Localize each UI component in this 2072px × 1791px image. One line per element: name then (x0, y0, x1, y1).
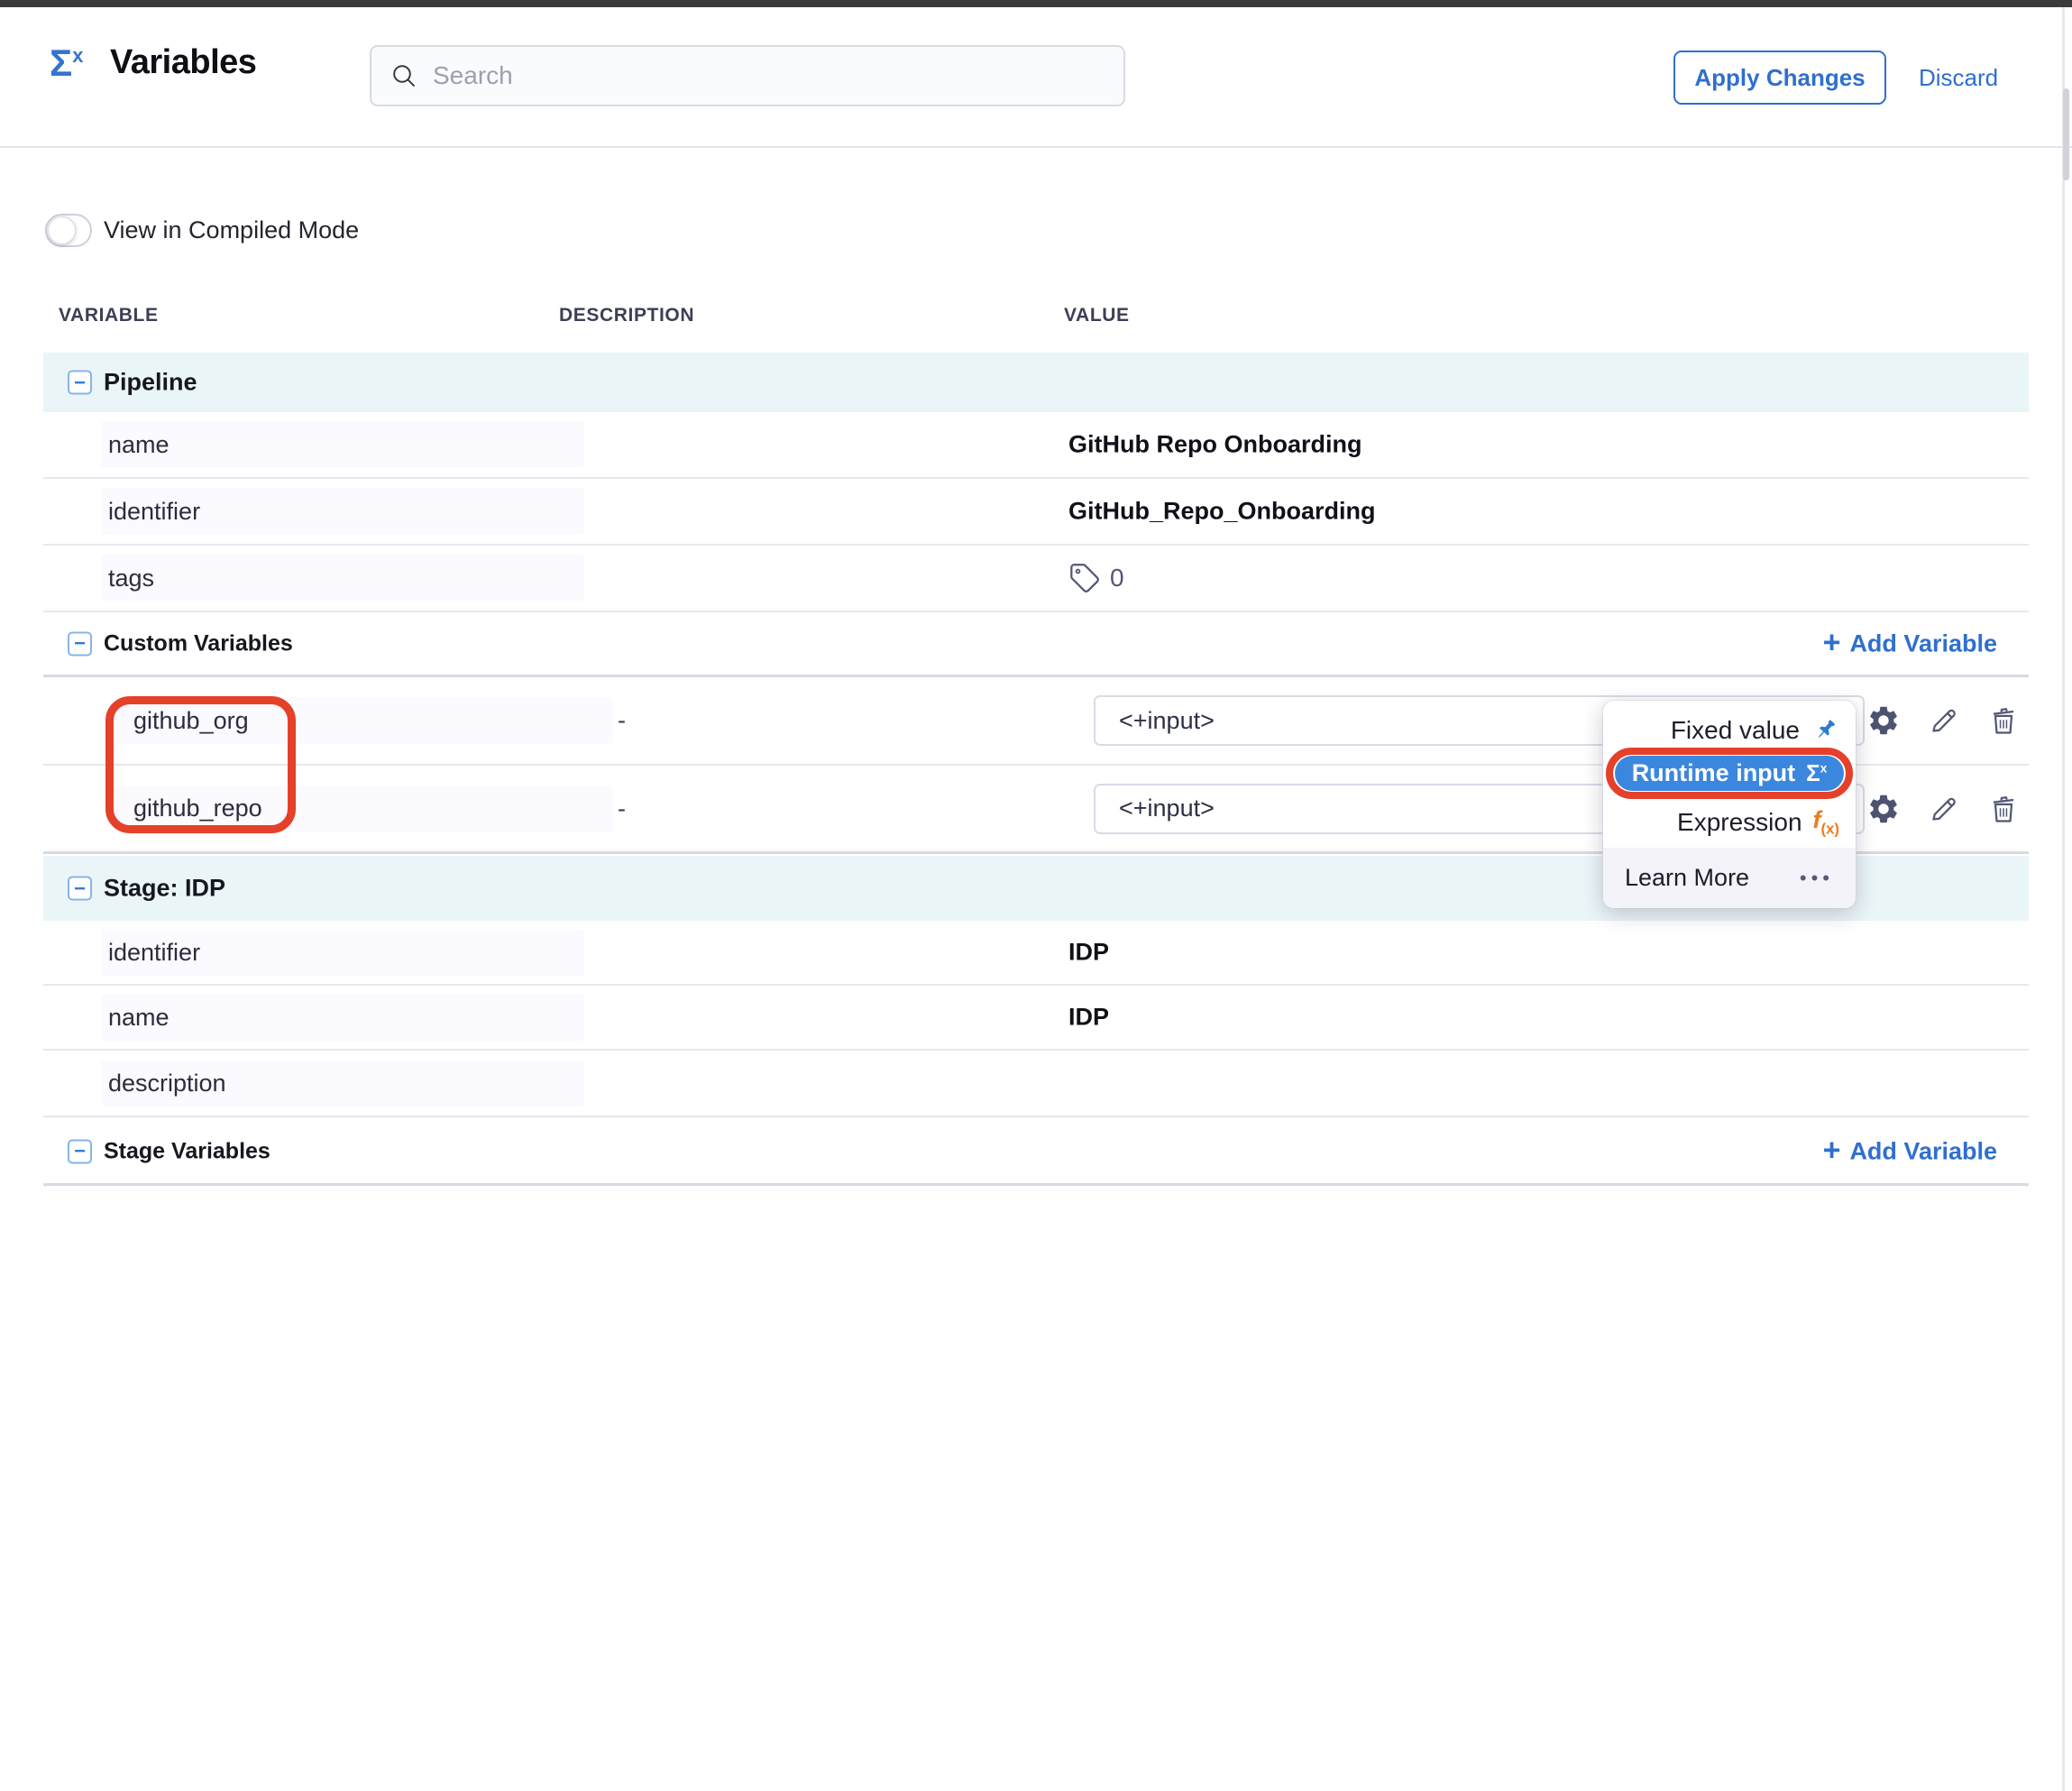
variable-description: - (618, 794, 626, 822)
panel-header: Σx Variables Apply Changes Discard (0, 7, 2072, 148)
search-input[interactable] (433, 61, 1105, 90)
variable-name-chip: name (101, 421, 584, 468)
row-actions (1866, 792, 2020, 826)
delete-trash-icon[interactable] (1987, 793, 2020, 825)
custom-variables-group-label: Custom Variables (104, 630, 293, 657)
search-box[interactable] (370, 45, 1125, 106)
pin-icon (1811, 716, 1839, 745)
row-label: tags (108, 565, 154, 592)
column-header-variable: VARIABLE (59, 305, 159, 326)
compiled-mode-toggle[interactable] (45, 214, 92, 247)
row-value: IDP (1068, 1004, 1109, 1032)
settings-gear-icon[interactable] (1866, 703, 1901, 738)
table-row: identifier GitHub_Repo_Onboarding (43, 479, 2029, 546)
delete-trash-icon[interactable] (1987, 704, 2020, 737)
window-top-bar (0, 0, 2072, 7)
scrollbar-thumb[interactable] (2063, 88, 2069, 180)
menu-item-fixed-value[interactable]: Fixed value (1603, 710, 1856, 751)
variable-name-chip: identifier (101, 488, 584, 535)
variable-name-chip: tags (101, 555, 584, 602)
menu-item-runtime-input[interactable]: Runtime input Σx (1615, 756, 1844, 791)
row-actions (1866, 703, 2020, 738)
table-row: identifier IDP (43, 921, 2029, 986)
table-row: name IDP (43, 986, 2029, 1051)
compiled-mode-label: View in Compiled Mode (104, 216, 359, 244)
apply-changes-button[interactable]: Apply Changes (1673, 51, 1886, 105)
collapse-pipeline-icon[interactable]: − (68, 371, 92, 395)
expression-fx-icon: f(x) (1813, 806, 1839, 838)
stage-variables-group-row: − Stage Variables + Add Variable (43, 1119, 2029, 1186)
custom-variables-group-row: − Custom Variables + Add Variable (43, 612, 2029, 677)
pipeline-group-label: Pipeline (104, 369, 197, 397)
tags-count: 0 (1110, 564, 1124, 592)
table-row: tags 0 (43, 546, 2029, 612)
variable-name-chip: github_repo (115, 785, 613, 832)
search-icon (390, 61, 418, 90)
column-header-value: VALUE (1064, 305, 1130, 326)
custom-variable-name: github_org (133, 707, 249, 735)
row-label: description (108, 1070, 226, 1098)
stage-variables-group-label: Stage Variables (104, 1138, 270, 1164)
row-value: IDP (1068, 939, 1109, 967)
settings-gear-icon[interactable] (1866, 792, 1901, 826)
variables-panel: Σx Variables Apply Changes Discard View … (0, 0, 2072, 1791)
more-options-dots-icon[interactable]: ••• (1800, 867, 1834, 890)
custom-variable-name: github_repo (133, 794, 262, 822)
variable-name-chip: identifier (101, 929, 584, 976)
variable-name-chip: github_org (115, 697, 613, 744)
add-variable-button[interactable]: + Add Variable (1823, 1137, 1997, 1165)
scrollbar-track[interactable] (2062, 7, 2065, 1791)
variable-name-chip: description (101, 1060, 584, 1107)
row-value: GitHub Repo Onboarding (1068, 431, 1361, 459)
row-value: GitHub_Repo_Onboarding (1068, 498, 1376, 526)
plus-icon: + (1823, 1134, 1841, 1165)
row-label: identifier (108, 939, 200, 967)
row-label: name (108, 431, 170, 459)
row-label: identifier (108, 498, 200, 526)
variable-name-chip: name (101, 994, 584, 1041)
pipeline-group-row: − Pipeline (43, 353, 2029, 412)
runtime-sigma-icon: Σx (1806, 759, 1827, 787)
learn-more-link[interactable]: Learn More (1625, 864, 1749, 892)
column-header-description: DESCRIPTION (559, 305, 694, 326)
add-variable-button[interactable]: + Add Variable (1823, 629, 1997, 657)
menu-item-expression[interactable]: Expression f(x) (1603, 802, 1856, 843)
menu-footer: Learn More ••• (1603, 848, 1856, 908)
collapse-custom-variables-icon[interactable]: − (68, 631, 92, 656)
stage-group-label: Stage: IDP (104, 875, 225, 903)
edit-pencil-icon[interactable] (1928, 704, 1960, 737)
tag-icon (1068, 562, 1101, 594)
collapse-stage-icon[interactable]: − (68, 877, 92, 901)
page-title: Variables (110, 43, 256, 82)
value-type-menu: Fixed value Runtime input Σx Expression … (1603, 701, 1856, 908)
discard-button[interactable]: Discard (1919, 51, 1998, 105)
table-row: name GitHub Repo Onboarding (43, 412, 2029, 479)
edit-pencil-icon[interactable] (1928, 793, 1960, 825)
collapse-stage-variables-icon[interactable]: − (68, 1139, 92, 1163)
variables-sigma-icon: Σx (50, 41, 83, 85)
toggle-knob (48, 216, 76, 244)
plus-icon: + (1823, 627, 1841, 657)
row-label: name (108, 1004, 170, 1032)
table-row: description (43, 1051, 2029, 1117)
tags-value: 0 (1068, 562, 1124, 594)
variable-description: - (618, 707, 626, 735)
